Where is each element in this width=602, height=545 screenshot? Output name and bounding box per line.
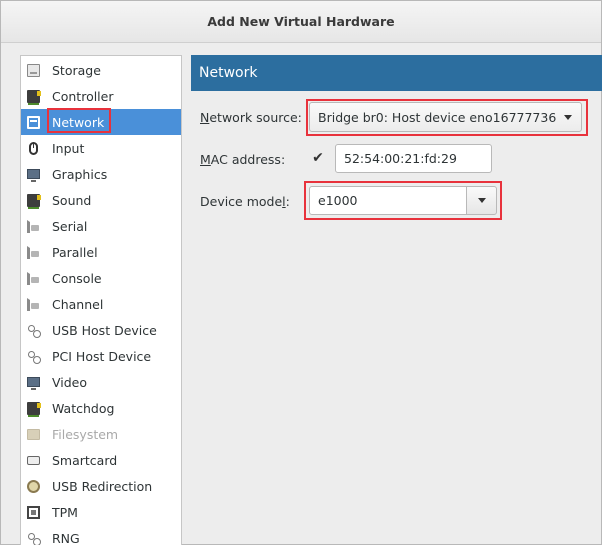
sidebar-item-filesystem[interactable]: Filesystem (21, 421, 181, 447)
smartcard-icon (27, 455, 40, 465)
sidebar-item-label: TPM (52, 504, 78, 520)
sidebar-item-usb-redirection[interactable]: USB Redirection (21, 473, 181, 499)
monitor-icon (27, 169, 40, 182)
mac-address-mnemonic: M (200, 152, 211, 167)
dropdown-arrow-icon (564, 114, 572, 120)
sidebar-item-sound[interactable]: Sound (21, 187, 181, 213)
sidebar-item-rng[interactable]: RNG (21, 525, 181, 545)
sidebar-item-channel[interactable]: Channel (21, 291, 181, 317)
sidebar-item-serial[interactable]: Serial (21, 213, 181, 239)
rng-icon (27, 532, 41, 545)
usb-icon (27, 324, 41, 338)
parallel-port-icon (27, 245, 40, 259)
sound-card-icon (27, 193, 41, 209)
device-model-label: Device model: (200, 194, 290, 209)
network-icon (27, 115, 40, 129)
sidebar-item-label: PCI Host Device (52, 348, 152, 364)
network-source-label-text: etwork source: (209, 110, 302, 125)
usb-redirection-icon (27, 479, 40, 493)
folder-icon (27, 428, 40, 440)
sidebar-item-parallel[interactable]: Parallel (21, 239, 181, 265)
sidebar-item-label: Watchdog (52, 400, 115, 416)
mac-address-field[interactable]: 52:54:00:21:fd:29 (335, 144, 492, 173)
sidebar-item-console[interactable]: Console (21, 265, 181, 291)
sidebar-item-pci-host-device[interactable]: PCI Host Device (21, 343, 181, 369)
sidebar-item-smartcard[interactable]: Smartcard (21, 447, 181, 473)
sidebar-item-storage[interactable]: Storage (21, 57, 181, 83)
mac-address-checkbox[interactable]: ✔ (311, 151, 325, 165)
sidebar-item-label: RNG (52, 530, 80, 545)
storage-icon (27, 63, 40, 77)
network-source-value: Bridge br0: Host device eno16777736 (318, 109, 557, 125)
sidebar-item-label: Input (52, 140, 85, 156)
device-model-field[interactable]: e1000 (309, 186, 467, 215)
sidebar-item-watchdog[interactable]: Watchdog (21, 395, 181, 421)
network-source-mnemonic: N (200, 110, 210, 125)
sidebar-item-label: Sound (52, 192, 92, 208)
chevron-down-icon (477, 198, 486, 203)
add-hardware-dialog: Add New Virtual Hardware Storage Control… (0, 0, 602, 545)
panel-title: Network (191, 55, 602, 91)
device-model-label-prefix: Device mode (200, 194, 283, 209)
mac-address-label: MAC address: (200, 152, 285, 167)
video-icon (27, 377, 40, 390)
sidebar-item-label: Storage (52, 62, 101, 78)
device-model-label-suffix: : (285, 194, 290, 209)
serial-port-icon (27, 219, 40, 233)
mouse-icon (29, 141, 38, 155)
console-port-icon (27, 271, 40, 285)
pci-icon (27, 350, 41, 364)
dialog-title: Add New Virtual Hardware (1, 1, 601, 43)
device-model-dropdown-button[interactable] (466, 186, 497, 215)
sidebar-item-network[interactable]: Network (21, 109, 181, 135)
sidebar-item-usb-host-device[interactable]: USB Host Device (21, 317, 181, 343)
network-source-combo[interactable]: Bridge br0: Host device eno16777736 (309, 102, 582, 132)
sidebar-item-label: Graphics (52, 166, 108, 182)
controller-icon (27, 89, 41, 105)
sidebar-item-tpm[interactable]: TPM (21, 499, 181, 525)
sidebar-item-label: Console (52, 270, 102, 286)
sidebar-item-video[interactable]: Video (21, 369, 181, 395)
sidebar-item-label: Video (52, 374, 88, 390)
sidebar-item-label: Smartcard (52, 452, 118, 468)
sidebar-item-label: Network (52, 114, 105, 130)
sidebar-item-label: Channel (52, 296, 104, 312)
sidebar-item-label: Parallel (52, 244, 98, 260)
sidebar-item-graphics[interactable]: Graphics (21, 161, 181, 187)
sidebar-item-label: Controller (52, 88, 114, 104)
sidebar-item-controller[interactable]: Controller (21, 83, 181, 109)
sidebar-item-label: USB Host Device (52, 322, 157, 338)
hardware-type-list[interactable]: Storage Controller Network Input Graphic… (20, 55, 182, 545)
mac-address-label-text: AC address: (210, 152, 286, 167)
sidebar-item-label: Filesystem (52, 426, 119, 442)
tpm-icon (27, 505, 40, 519)
network-source-label: Network source: (200, 110, 302, 125)
sidebar-item-input[interactable]: Input (21, 135, 181, 161)
channel-port-icon (27, 297, 40, 311)
sidebar-item-label: Serial (52, 218, 88, 234)
sidebar-item-label: USB Redirection (52, 478, 153, 494)
watchdog-icon (27, 401, 41, 417)
